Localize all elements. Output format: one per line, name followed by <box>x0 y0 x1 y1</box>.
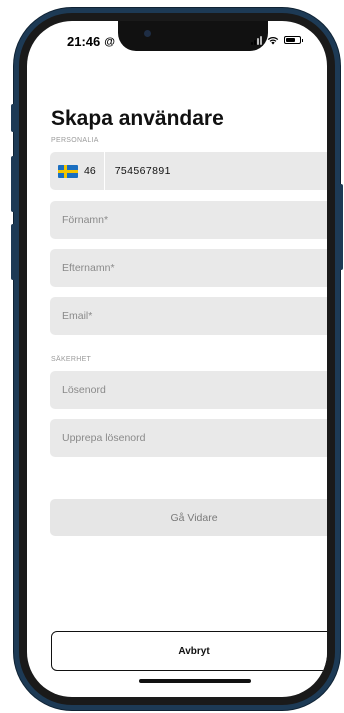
page-title: Skapa användare <box>51 107 224 130</box>
repeat-password-field[interactable]: Upprepa lösenord <box>50 419 327 457</box>
status-time-text: 21:46 <box>67 34 101 49</box>
section-label-security: SÄKERHET <box>51 356 92 363</box>
email-field[interactable]: Email* <box>50 297 327 335</box>
password-field[interactable]: Lösenord <box>50 371 327 409</box>
camera-icon <box>144 30 151 37</box>
status-bar-time: 21:46 @ <box>67 34 115 49</box>
wifi-icon <box>267 36 279 44</box>
password-placeholder: Lösenord <box>62 384 106 396</box>
email-placeholder: Email* <box>62 310 93 322</box>
volume-down-button <box>11 224 15 280</box>
repeat-password-placeholder: Upprepa lösenord <box>62 432 146 444</box>
power-button <box>339 184 343 270</box>
country-code[interactable]: 46 <box>84 165 96 177</box>
section-label-personalia: PERSONALIA <box>51 137 99 144</box>
phone-number-field[interactable]: 46 754567891 <box>50 152 327 190</box>
phone-device-frame: 21:46 @ Skapa användare PERSONALIA 46 75… <box>11 8 343 710</box>
last-name-placeholder: Efternamn* <box>62 262 115 274</box>
status-bar-icons <box>251 35 303 45</box>
home-indicator[interactable] <box>139 679 251 683</box>
cellular-signal-icon <box>251 35 262 45</box>
mute-switch <box>11 104 15 132</box>
sweden-flag-icon[interactable] <box>58 164 78 178</box>
volume-up-button <box>11 156 15 212</box>
continue-button[interactable]: Gå Vidare <box>50 499 327 536</box>
device-bezel: 21:46 @ Skapa användare PERSONALIA 46 75… <box>19 13 335 705</box>
first-name-field[interactable]: Förnamn* <box>50 201 327 239</box>
phone-number-value[interactable]: 754567891 <box>115 165 171 177</box>
last-name-field[interactable]: Efternamn* <box>50 249 327 287</box>
notch <box>118 21 268 51</box>
phone-field-divider <box>103 152 105 190</box>
cancel-button[interactable]: Avbryt <box>51 631 327 671</box>
battery-icon <box>284 36 303 44</box>
at-sign-icon: @ <box>104 35 115 48</box>
screen: 21:46 @ Skapa användare PERSONALIA 46 75… <box>27 21 327 697</box>
first-name-placeholder: Förnamn* <box>62 214 109 226</box>
